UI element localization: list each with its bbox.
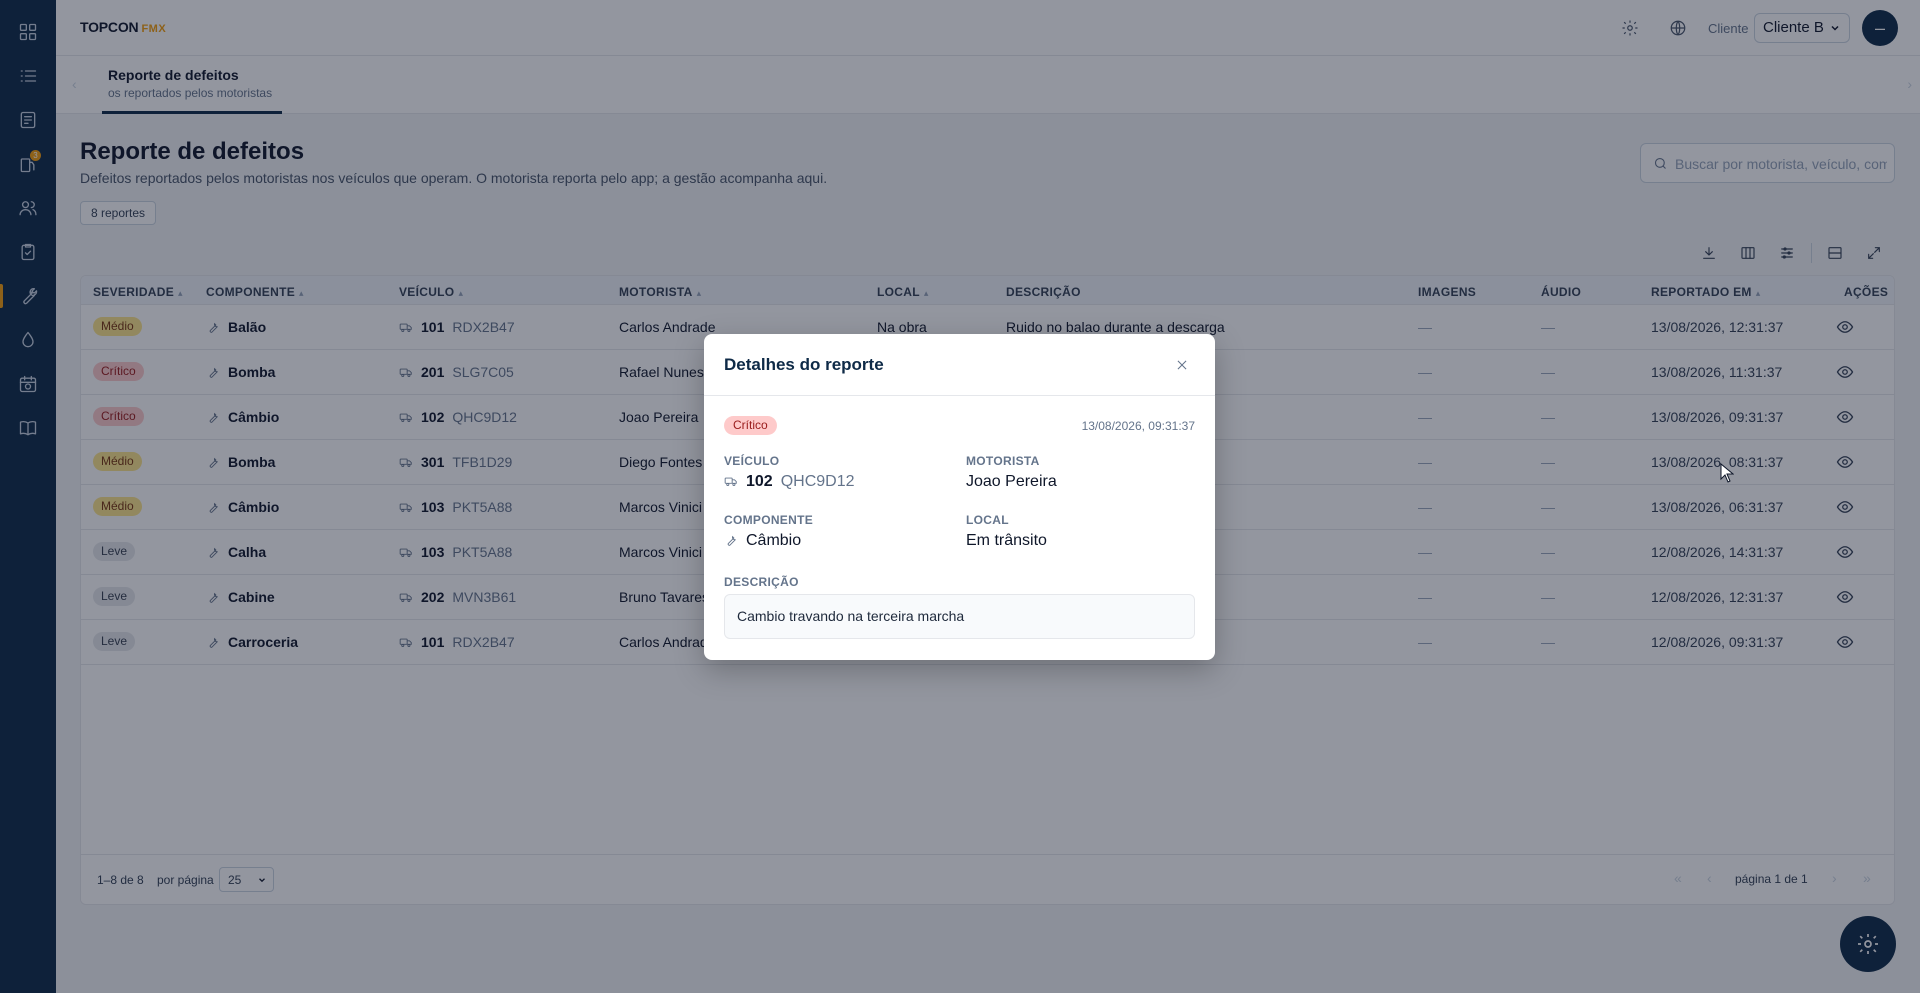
modal-motorista-value: Joao Pereira	[966, 473, 1057, 490]
modal-componente-label: Componente	[724, 513, 814, 527]
modal-veiculo-value: 102 QHC9D12	[724, 473, 855, 491]
modal-componente-value: Câmbio	[724, 532, 801, 550]
modal-descricao-value: Cambio travando na terceira marcha	[724, 594, 1195, 639]
wrench-icon	[727, 535, 736, 546]
close-icon	[1177, 360, 1187, 370]
modal-header: Detalhes do reporte	[704, 334, 1215, 396]
modal-local-label: Local	[966, 513, 1009, 527]
modal-motorista-label: Motorista	[966, 454, 1040, 468]
modal-title: Detalhes do reporte	[724, 355, 884, 374]
modal-veiculo-label: Veículo	[724, 454, 780, 468]
mouse-cursor-icon	[1720, 463, 1734, 483]
report-details-modal: Detalhes do reporte Crítico 13/08/2026, …	[704, 334, 1215, 660]
modal-close-button[interactable]	[1173, 356, 1191, 374]
modal-local-value: Em trânsito	[966, 532, 1047, 549]
truck-icon	[724, 477, 737, 487]
modal-severity-badge: Crítico	[724, 416, 777, 435]
modal-descricao-label: Descrição	[724, 575, 799, 589]
modal-date: 13/08/2026, 09:31:37	[1081, 419, 1195, 433]
